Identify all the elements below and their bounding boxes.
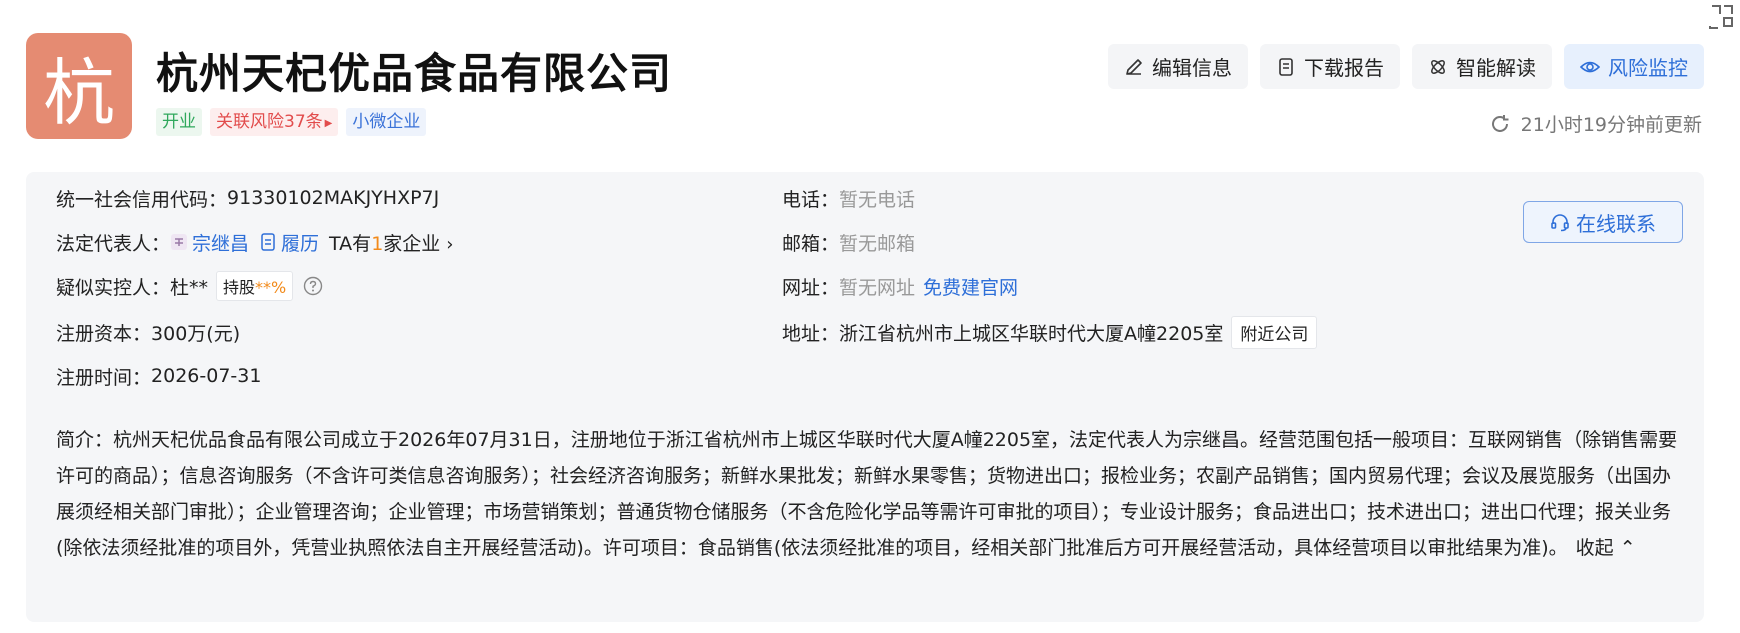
caret-right-icon: ▶ <box>324 118 333 129</box>
website-value: 暂无网址 <box>839 276 916 299</box>
capital-row: 注册资本： 300万(元) <box>56 314 240 350</box>
collapse-label: 收起 <box>1575 537 1614 559</box>
controller-value: 杜** <box>170 276 209 299</box>
nearby-companies-button[interactable]: 附近公司 <box>1231 315 1318 349</box>
shareholding-tag: 持股**% <box>216 271 294 301</box>
hold-label: 持股 <box>223 278 256 297</box>
address-label: 地址： <box>782 322 840 345</box>
hold-value: **% <box>255 278 287 297</box>
company-tags: 开业 关联风险37条 ▶ 小微企业 <box>156 108 427 136</box>
free-website-link[interactable]: 免费建官网 <box>923 273 1018 300</box>
ta-companies-link[interactable]: TA有1家企业 › <box>329 229 453 256</box>
online-contact-label: 在线联系 <box>1576 211 1656 236</box>
ai-sparkle-icon <box>1431 59 1445 74</box>
company-name: 杭州天杞优品食品有限公司 <box>156 49 673 98</box>
reg-time-value: 2026-07-31 <box>151 365 262 387</box>
website-row: 网址： 暂无网址 免费建官网 <box>782 268 1018 304</box>
help-circle-icon[interactable] <box>303 276 323 296</box>
resume-link[interactable]: 履历 <box>281 229 319 256</box>
qr-code-icon[interactable] <box>1706 2 1736 32</box>
headset-icon <box>1551 214 1569 232</box>
legal-rep-label: 法定代表人： <box>56 232 171 255</box>
address-value: 浙江省杭州市上城区华联时代大厦A幢2205室 <box>839 322 1224 345</box>
capital-label: 注册资本： <box>56 322 152 345</box>
ta-count: 1 <box>371 232 384 255</box>
refresh-icon[interactable] <box>1489 113 1511 135</box>
intro-text: 简介：杭州天杞优品食品有限公司成立于2026年07月31日，注册地位于浙江省杭州… <box>56 429 1678 559</box>
address-row: 地址： 浙江省杭州市上城区华联时代大厦A幢2205室 附近公司 <box>782 312 1318 352</box>
eye-icon <box>1580 61 1600 72</box>
chevron-right-icon: › <box>446 233 454 255</box>
controller-label: 疑似实控人： <box>56 276 171 299</box>
online-contact-button[interactable]: 在线联系 <box>1523 201 1683 243</box>
legal-rep-link[interactable]: 宗继昌 <box>192 229 249 256</box>
chevron-up-icon: ⌃ <box>1619 537 1636 559</box>
person-seal-icon <box>171 234 188 250</box>
document-icon <box>1279 57 1293 76</box>
phone-row: 电话： 暂无电话 <box>782 180 915 216</box>
download-report-label: 下载报告 <box>1304 56 1384 80</box>
ai-interpret-label: 智能解读 <box>1456 56 1536 80</box>
website-label: 网址： <box>782 276 840 299</box>
reg-time-label: 注册时间： <box>56 366 152 389</box>
company-intro: 简介：杭州天杞优品食品有限公司成立于2026年07月31日，注册地位于浙江省杭州… <box>56 422 1686 566</box>
update-status: 21小时19分钟前更新 <box>1489 110 1702 137</box>
risk-monitor-button[interactable]: 风险监控 <box>1564 44 1704 89</box>
ta-prefix: TA有 <box>329 232 372 255</box>
ta-suffix: 家企业 <box>383 232 441 255</box>
download-report-button[interactable]: 下载报告 <box>1260 44 1400 89</box>
risk-monitor-label: 风险监控 <box>1608 56 1688 80</box>
credit-code-row: 统一社会信用代码： 91330102MAKJYHXP7J <box>56 180 439 216</box>
email-label: 邮箱： <box>782 232 840 255</box>
collapse-button[interactable]: 收起 ⌃ <box>1576 537 1636 559</box>
reg-time-row: 注册时间： 2026-07-31 <box>56 358 261 394</box>
risk-badge[interactable]: 关联风险37条 ▶ <box>210 108 339 136</box>
status-badge: 开业 <box>156 108 202 136</box>
ai-interpret-button[interactable]: 智能解读 <box>1412 44 1552 89</box>
credit-code-label: 统一社会信用代码： <box>56 188 228 211</box>
email-row: 邮箱： 暂无邮箱 <box>782 224 915 260</box>
action-toolbar: 编辑信息 下载报告 智能解读 风险监控 <box>1108 44 1704 89</box>
controller-row: 疑似实控人： 杜** 持股**% <box>56 268 323 304</box>
credit-code-value: 91330102MAKJYHXP7J <box>227 187 440 209</box>
phone-label: 电话： <box>782 188 840 211</box>
legal-rep-row: 法定代表人： 宗继昌 履历 TA有1家企业 › <box>56 224 454 260</box>
enterprise-type-badge: 小微企业 <box>346 108 427 136</box>
risk-badge-label: 关联风险37条 <box>216 112 323 132</box>
capital-value: 300万(元) <box>151 322 241 345</box>
edit-info-label: 编辑信息 <box>1152 56 1232 80</box>
update-time: 21小时19分钟前更新 <box>1520 114 1702 136</box>
edit-info-button[interactable]: 编辑信息 <box>1108 44 1248 89</box>
phone-value: 暂无电话 <box>839 188 916 211</box>
basic-info-card: 统一社会信用代码： 91330102MAKJYHXP7J 法定代表人： 宗继昌 … <box>26 172 1704 622</box>
resume-doc-icon <box>261 233 275 251</box>
pencil-icon <box>1126 58 1142 75</box>
email-value: 暂无邮箱 <box>839 232 916 255</box>
company-logo: 杭 <box>26 33 132 139</box>
